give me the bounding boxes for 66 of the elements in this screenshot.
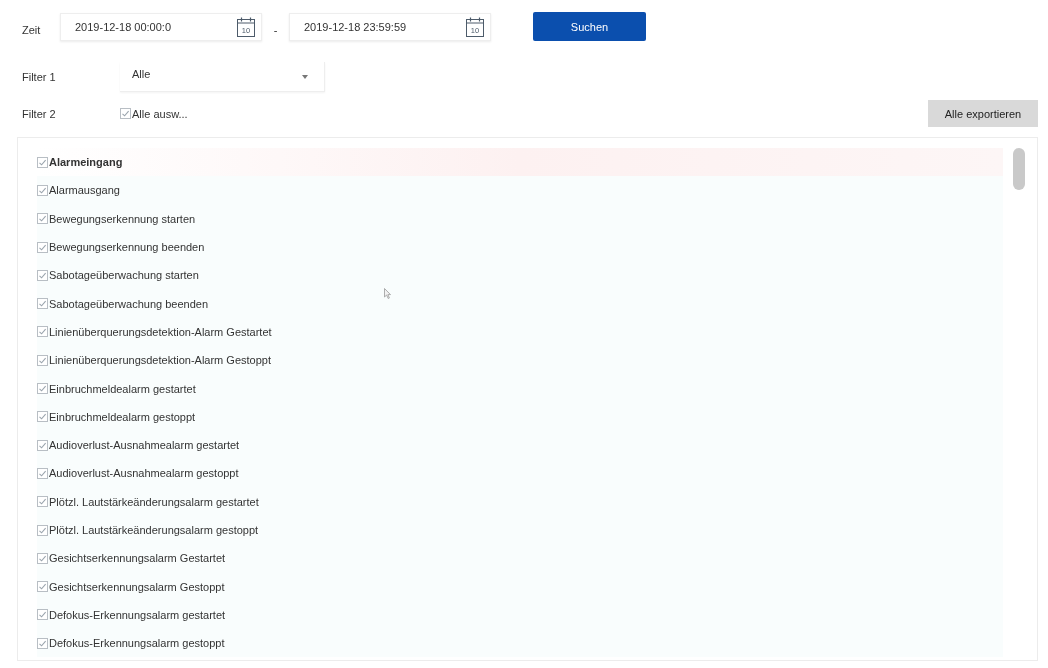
event-label: Bewegungserkennung beenden [49, 241, 205, 254]
list-row[interactable]: Audioverlust-Ausnahmealarm gestartet [37, 430, 1003, 460]
checkbox[interactable] [37, 609, 48, 621]
list-row[interactable]: Bewegungserkennung starten [37, 204, 1003, 233]
event-label: Einbruchmeldealarm gestoppt [49, 410, 196, 423]
event-label: Plötzl. Lautstärkeänderungsalarm gestoppt [49, 524, 259, 536]
event-label: Audioverlust-Ausnahmealarm gestartet [49, 439, 240, 452]
event-label: Plötzl. Lautstärkeänderungsalarm gestartet [49, 495, 259, 508]
range-separator: - [272, 22, 279, 36]
list-row[interactable]: Einbruchmeldealarm gestartet [37, 374, 1003, 403]
checkbox[interactable] [37, 269, 48, 281]
filter-dropdown[interactable]: Alle [120, 62, 325, 92]
list-row[interactable]: Audioverlust-Ausnahmealarm gestoppt [37, 459, 1003, 488]
event-label: Defokus-Erkennungsalarm gestartet [49, 608, 226, 621]
event-label: Gesichtserkennungsalarm Gestoppt [49, 580, 225, 593]
list-row[interactable]: Sabotageüberwachung starten [37, 261, 1003, 290]
checkbox[interactable] [37, 213, 48, 225]
caret-icon [302, 74, 308, 79]
checkbox[interactable] [37, 383, 48, 394]
list-row[interactable]: Linienüberquerungsdetektion-Alarm Gestartet [37, 317, 1003, 347]
event-label: Linienüberquerungsdetektion-Alarm Gestartet [49, 325, 272, 338]
field-label: Zeit [21, 22, 42, 36]
checkbox[interactable] [37, 298, 48, 310]
list-row[interactable]: Gesichtserkennungsalarm Gestartet [37, 544, 1003, 573]
event-label: Linienüberquerungsdetektion-Alarm Gestoppt [49, 354, 271, 367]
checkbox[interactable] [37, 241, 48, 253]
checkbox[interactable] [37, 184, 48, 196]
checkbox[interactable] [37, 524, 48, 536]
event-label: Einbruchmeldealarm gestartet [49, 382, 196, 395]
checkbox[interactable] [37, 411, 48, 423]
checkbox[interactable] [37, 156, 48, 168]
checkbox[interactable] [37, 439, 48, 451]
select-all-label[interactable]: Alle ausw... [132, 107, 188, 120]
checkbox[interactable] [37, 552, 48, 564]
checkbox[interactable] [37, 326, 48, 338]
checkbox[interactable] [37, 354, 48, 366]
list-row[interactable]: Linienüberquerungsdetektion-Alarm Gestoppt [37, 346, 1003, 375]
event-label: Sabotageüberwachung starten [49, 269, 199, 282]
export-all-button[interactable]: Alle exportieren [928, 100, 1038, 127]
checkbox[interactable] [37, 581, 48, 593]
event-label: Defokus-Erkennungsalarm gestoppt [49, 637, 225, 650]
event-label: Gesichtserkennungsalarm Gestartet [49, 552, 226, 565]
field-label: Filter 2 [21, 107, 57, 120]
checkbox[interactable] [120, 108, 131, 119]
scrollbar-thumb[interactable] [1013, 148, 1025, 190]
search-button[interactable]: Suchen [533, 12, 646, 41]
field-label: Filter 1 [21, 71, 57, 83]
checkbox[interactable] [37, 467, 48, 479]
list-row[interactable]: Alarmeingang [37, 148, 1003, 177]
list-row[interactable]: Plötzl. Lautstärkeänderungsalarm gestoppt [37, 515, 1003, 545]
event-label: Audioverlust-Ausnahmealarm gestoppt [49, 467, 239, 480]
list-row[interactable]: Sabotageüberwachung beenden [37, 289, 1003, 318]
list-row[interactable]: Einbruchmeldealarm gestoppt [37, 402, 1003, 431]
list-row[interactable]: Gesichtserkennungsalarm Gestoppt [37, 572, 1003, 601]
list-row[interactable]: Bewegungserkennung beenden [37, 232, 1003, 262]
event-label: Alarmeingang [49, 156, 123, 169]
event-label: Sabotageüberwachung beenden [49, 297, 209, 310]
checkbox[interactable] [37, 496, 48, 508]
list-row[interactable]: Plötzl. Lautstärkeänderungsalarm gestartet [37, 487, 1003, 516]
event-label: Bewegungserkennung starten [49, 212, 196, 225]
list-row[interactable]: Defokus-Erkennungsalarm gestoppt [37, 629, 1003, 658]
list-row[interactable]: Alarmausgang [37, 176, 1003, 205]
event-label: Alarmausgang [49, 184, 120, 197]
list-row[interactable]: Defokus-Erkennungsalarm gestartet [37, 600, 1003, 630]
mouse-pointer-icon [384, 288, 391, 299]
checkbox[interactable] [37, 637, 48, 649]
